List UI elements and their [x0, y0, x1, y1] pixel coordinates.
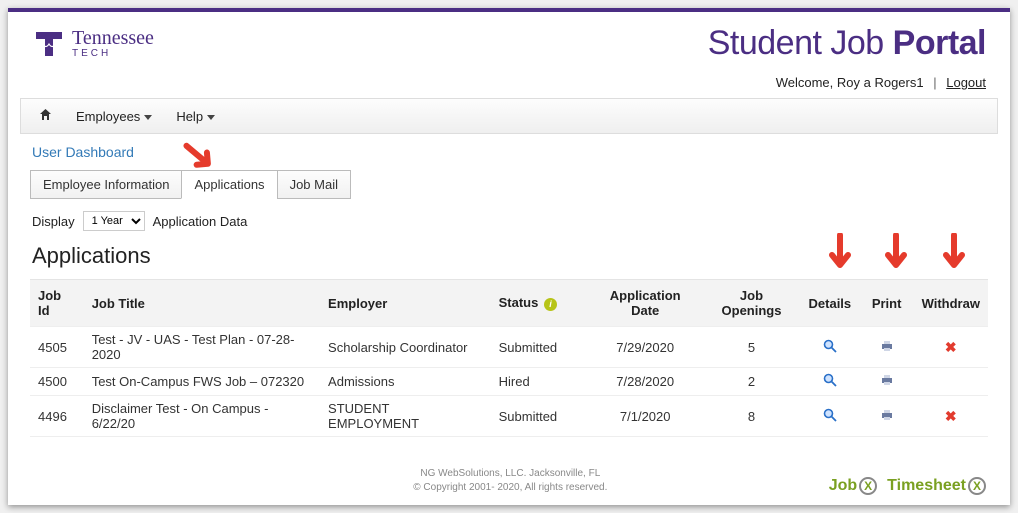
- col-header-details: Details: [800, 280, 860, 327]
- cell-jobid: 4500: [30, 368, 84, 396]
- cell-openings: 5: [703, 327, 800, 368]
- jobx-logo[interactable]: JobX: [829, 477, 877, 495]
- footer-logos: JobX TimesheetX: [829, 477, 986, 495]
- display-label: Display: [32, 214, 75, 229]
- nav-home[interactable]: [29, 102, 62, 130]
- welcome-prefix: Welcome,: [776, 75, 837, 90]
- jobx-logo-text: Job: [829, 477, 857, 495]
- cell-employer: Scholarship Coordinator: [320, 327, 491, 368]
- col-header-openings[interactable]: Job Openings: [703, 280, 800, 327]
- cell-print: [860, 327, 914, 368]
- caret-down-icon: [144, 115, 152, 120]
- cell-jobtitle: Disclaimer Test - On Campus - 6/22/20: [84, 396, 320, 437]
- nav-employees[interactable]: Employees: [66, 103, 162, 130]
- print-icon[interactable]: [880, 373, 894, 387]
- portal-title: Student Job Portal: [708, 24, 986, 63]
- tab-row: Employee Information Applications Job Ma…: [8, 170, 1010, 199]
- cell-withdraw: [914, 368, 988, 396]
- tab-job-mail[interactable]: Job Mail: [277, 170, 351, 199]
- brand-name: Tennessee: [72, 28, 154, 49]
- timesheetx-logo[interactable]: TimesheetX: [887, 477, 986, 495]
- col-header-appdate[interactable]: Application Date: [587, 280, 703, 327]
- cell-appdate: 7/1/2020: [587, 396, 703, 437]
- display-row: Display 1 Year Application Data: [8, 199, 1010, 235]
- withdraw-icon[interactable]: ✖: [945, 339, 957, 355]
- tab-employee-information[interactable]: Employee Information: [30, 170, 182, 199]
- print-icon[interactable]: [880, 408, 894, 422]
- caret-down-icon: [207, 115, 215, 120]
- display-suffix: Application Data: [153, 214, 248, 229]
- brand-logo-mark: [32, 27, 66, 61]
- nav-employees-label: Employees: [76, 109, 140, 124]
- nav-help[interactable]: Help: [166, 103, 225, 130]
- portal-title-pre: Student Job: [708, 24, 893, 62]
- cell-jobtitle: Test - JV - UAS - Test Plan - 07-28-2020: [84, 327, 320, 368]
- table-row: 4505 Test - JV - UAS - Test Plan - 07-28…: [30, 327, 988, 368]
- footer-text: NG WebSolutions, LLC. Jacksonville, FL ©…: [192, 467, 829, 495]
- table-row: 4496 Disclaimer Test - On Campus - 6/22/…: [30, 396, 988, 437]
- col-header-jobid[interactable]: Job Id: [30, 280, 84, 327]
- print-icon[interactable]: [880, 339, 894, 353]
- cell-appdate: 7/29/2020: [587, 327, 703, 368]
- details-icon[interactable]: [823, 339, 837, 353]
- details-icon[interactable]: [823, 373, 837, 387]
- cell-print: [860, 368, 914, 396]
- cell-employer: Admissions: [320, 368, 491, 396]
- cell-openings: 2: [703, 368, 800, 396]
- cell-appdate: 7/28/2020: [587, 368, 703, 396]
- footer: NG WebSolutions, LLC. Jacksonville, FL ©…: [8, 467, 1010, 495]
- cell-status: Submitted: [491, 327, 588, 368]
- withdraw-icon[interactable]: ✖: [945, 408, 957, 424]
- display-range-select[interactable]: 1 Year: [83, 211, 145, 231]
- applications-table: Job Id Job Title Employer Status i Appli…: [30, 279, 988, 437]
- cell-withdraw: ✖: [914, 327, 988, 368]
- cell-status: Hired: [491, 368, 588, 396]
- navbar: Employees Help: [20, 98, 998, 134]
- footer-line1: NG WebSolutions, LLC. Jacksonville, FL: [192, 467, 829, 481]
- col-header-employer[interactable]: Employer: [320, 280, 491, 327]
- cell-jobtitle: Test On-Campus FWS Job – 072320: [84, 368, 320, 396]
- app-frame: Tennessee TECH Student Job Portal Welcom…: [8, 8, 1010, 505]
- brand-sub: TECH: [72, 49, 154, 60]
- cell-details: [800, 368, 860, 396]
- timesheetx-logo-text: Timesheet: [887, 477, 966, 495]
- nav-help-label: Help: [176, 109, 203, 124]
- cell-jobid: 4496: [30, 396, 84, 437]
- cell-details: [800, 396, 860, 437]
- col-header-status-text: Status: [499, 295, 539, 310]
- cell-openings: 8: [703, 396, 800, 437]
- cell-print: [860, 396, 914, 437]
- applications-table-zone: Job Id Job Title Employer Status i Appli…: [8, 279, 1010, 437]
- cell-withdraw: ✖: [914, 396, 988, 437]
- header: Tennessee TECH Student Job Portal: [8, 12, 1010, 71]
- welcome-row: Welcome, Roy a Rogers1 | Logout: [8, 71, 1010, 94]
- cell-status: Submitted: [491, 396, 588, 437]
- portal-title-bold: Portal: [893, 24, 986, 62]
- col-header-status[interactable]: Status i: [491, 280, 588, 327]
- cell-jobid: 4505: [30, 327, 84, 368]
- breadcrumb-text: User Dashboard: [32, 144, 134, 160]
- home-icon: [39, 109, 52, 124]
- welcome-sep: |: [933, 75, 936, 90]
- col-header-print: Print: [860, 280, 914, 327]
- cell-details: [800, 327, 860, 368]
- footer-line2: © Copyright 2001- 2020, All rights reser…: [192, 481, 829, 495]
- tab-applications[interactable]: Applications: [181, 170, 277, 199]
- cell-employer: STUDENT EMPLOYMENT: [320, 396, 491, 437]
- info-icon[interactable]: i: [544, 298, 557, 311]
- table-header: Job Id Job Title Employer Status i Appli…: [30, 280, 988, 327]
- x-circle-icon: X: [859, 477, 877, 495]
- brand-logo-text: Tennessee TECH: [72, 28, 154, 60]
- breadcrumb[interactable]: User Dashboard: [8, 134, 1010, 166]
- details-icon[interactable]: [823, 408, 837, 422]
- table-row: 4500 Test On-Campus FWS Job – 072320 Adm…: [30, 368, 988, 396]
- table-body: 4505 Test - JV - UAS - Test Plan - 07-28…: [30, 327, 988, 437]
- col-header-jobtitle[interactable]: Job Title: [84, 280, 320, 327]
- x-circle-icon: X: [968, 477, 986, 495]
- section-title: Applications: [8, 235, 1010, 279]
- col-header-withdraw: Withdraw: [914, 280, 988, 327]
- logout-link[interactable]: Logout: [946, 75, 986, 90]
- brand-logo: Tennessee TECH: [32, 27, 154, 61]
- welcome-user: Roy a Rogers1: [837, 75, 924, 90]
